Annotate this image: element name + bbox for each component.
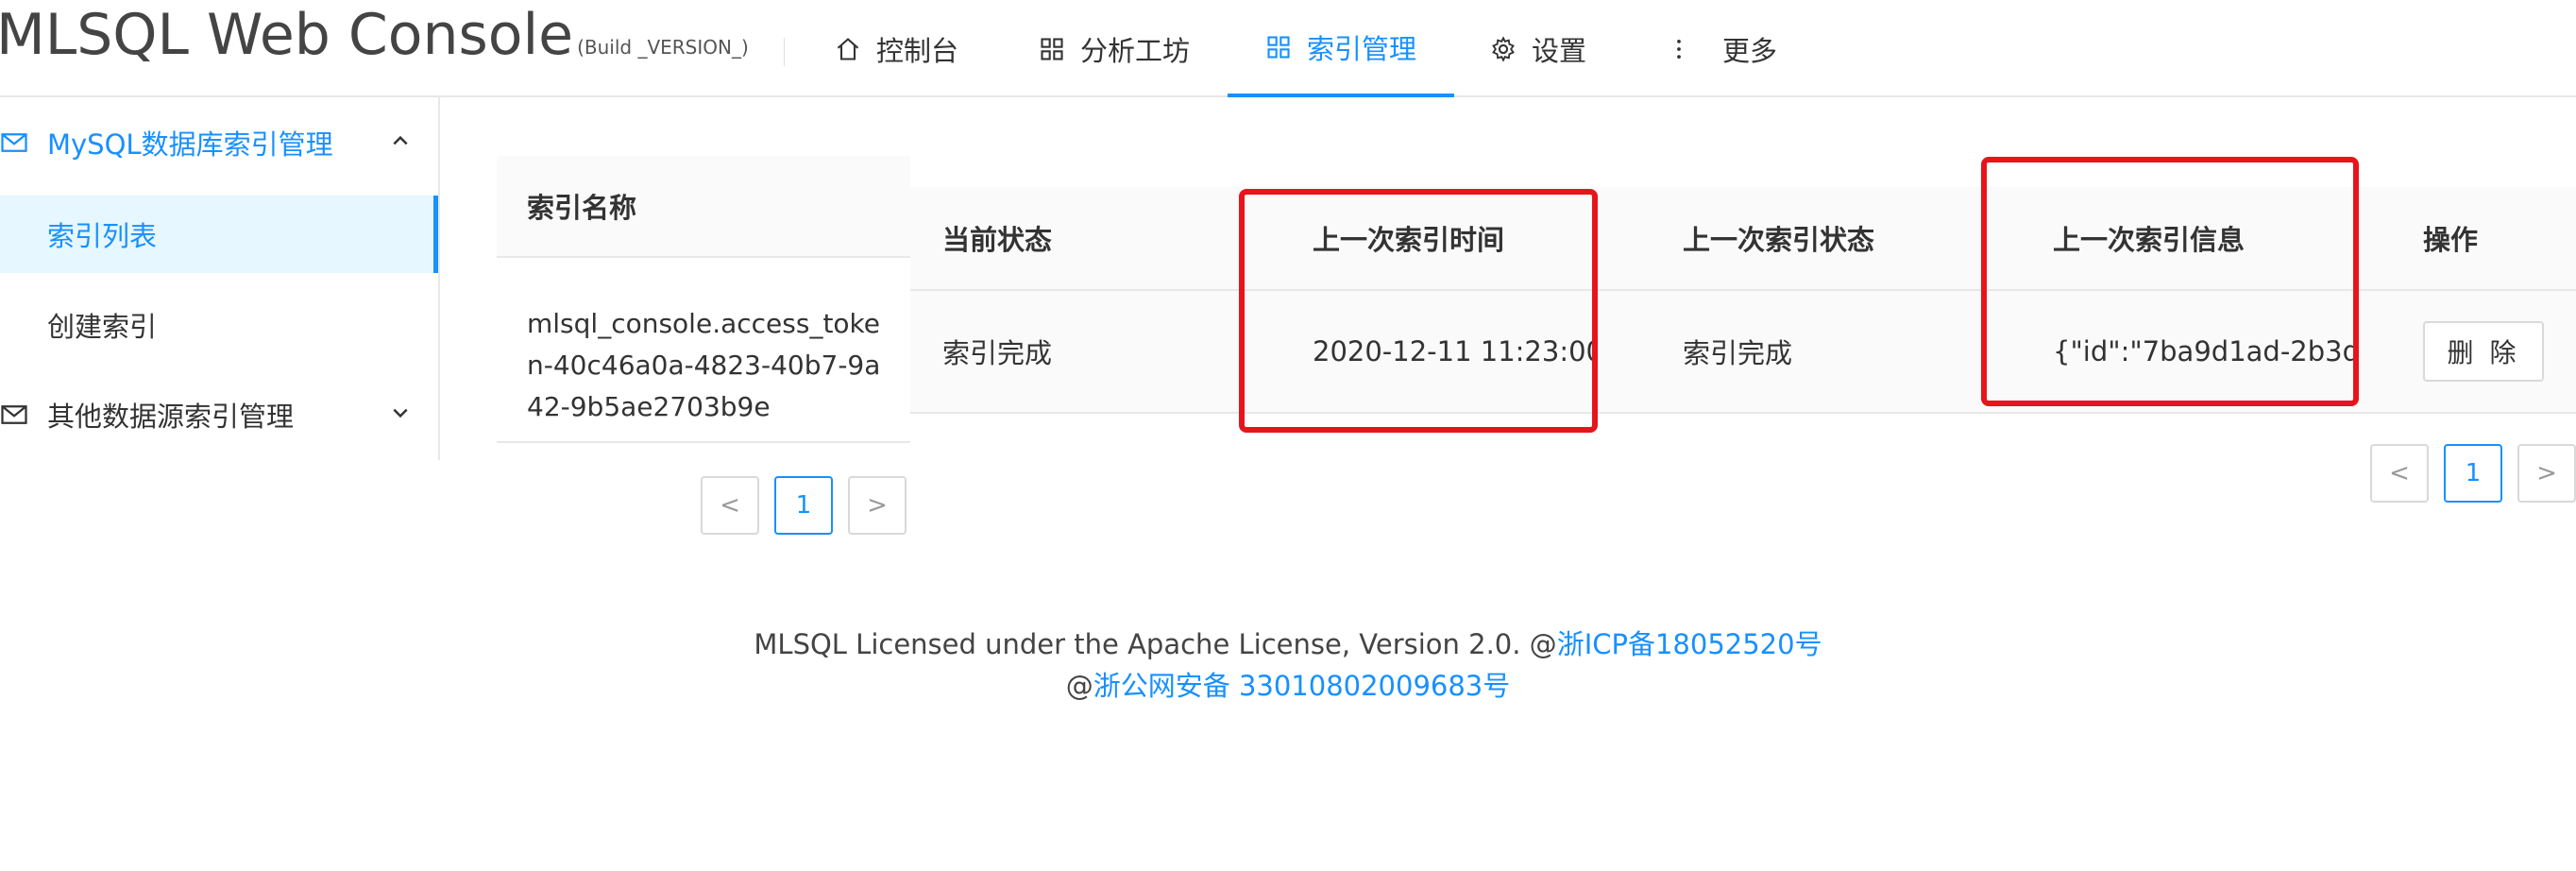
nav-console-label: 控制台	[876, 34, 959, 67]
sidebar-item-create-index-label: 创建索引	[47, 311, 158, 343]
sidebar-group-other-sources[interactable]: 其他数据源索引管理	[0, 369, 438, 460]
nav-more[interactable]: 更多	[1666, 0, 1779, 97]
footer-at-text: @	[1065, 670, 1093, 702]
footer-license-line: MLSQL Licensed under the Apache License,…	[0, 623, 2576, 665]
nav-console[interactable]: 控制台	[835, 0, 976, 97]
footer-license-text: MLSQL Licensed under the Apache License,…	[754, 628, 1557, 660]
icp-link[interactable]: 浙ICP备18052520号	[1557, 628, 1822, 660]
app-title: MLSQL Web Console	[0, 2, 574, 68]
actions-cell: 删 除	[2423, 291, 2544, 412]
column-header-last-index-status: 上一次索引状态	[1683, 224, 1875, 256]
prev-page-button[interactable]: <	[2370, 444, 2429, 503]
top-header: MLSQL Web Console (Build _VERSION_) 控制台 分…	[0, 0, 2576, 97]
sidebar-item-index-list-label: 索引列表	[47, 220, 158, 252]
police-record-link[interactable]: 浙公网安备 33010802009683号	[1093, 670, 1511, 702]
footer-record-line: @浙公网安备 33010802009683号	[0, 665, 2576, 707]
nav-index-management-label: 索引管理	[1307, 32, 1417, 65]
mail-icon	[1, 133, 27, 152]
index-name-table: 索引名称 mlsql_console.access_token-40c46a0a…	[497, 156, 910, 443]
gear-icon	[1492, 35, 1515, 62]
more-icon	[1677, 39, 1681, 59]
sidebar-group-other-sources-label: 其他数据源索引管理	[47, 401, 295, 433]
highlight-box-info-column	[1981, 157, 2359, 406]
nav-more-label: 更多	[1722, 34, 1778, 67]
column-header-actions: 操作	[2423, 224, 2479, 256]
next-page-button[interactable]: >	[2517, 444, 2576, 503]
nav-index-management[interactable]: 索引管理	[1228, 0, 1454, 97]
current-status-cell: 索引完成	[942, 337, 1053, 369]
brand: MLSQL Web Console (Build _VERSION_)	[0, 2, 749, 68]
highlight-box-time-column	[1239, 189, 1598, 433]
page-1-button[interactable]: 1	[2444, 444, 2502, 503]
index-name-cell: mlsql_console.access_token-40c46a0a-4823…	[527, 308, 881, 422]
right-pagination: < 1 >	[2370, 444, 2576, 503]
nav-settings[interactable]: 设置	[1490, 0, 1603, 97]
delete-button[interactable]: 删 除	[2423, 321, 2544, 382]
next-page-button[interactable]: >	[848, 476, 907, 535]
left-pagination: < 1 >	[701, 476, 922, 535]
grid-icon	[1267, 35, 1290, 59]
footer: MLSQL Licensed under the Apache License,…	[0, 623, 2576, 707]
nav-settings-label: 设置	[1532, 34, 1587, 67]
table-row: mlsql_console.access_token-40c46a0a-4823…	[497, 258, 910, 443]
home-icon	[837, 37, 859, 60]
column-header-current-status: 当前状态	[942, 224, 1053, 256]
sidebar-item-index-list[interactable]: 索引列表	[0, 196, 438, 273]
chevron-up-icon	[393, 135, 408, 145]
sidebar-group-mysql-label: MySQL数据库索引管理	[47, 128, 333, 161]
column-header-index-name: 索引名称	[497, 156, 910, 258]
sidebar-group-mysql[interactable]: MySQL数据库索引管理	[0, 97, 438, 188]
last-index-status-cell: 索引完成	[1683, 337, 1793, 369]
prev-page-button[interactable]: <	[701, 476, 759, 535]
header-divider	[784, 38, 785, 66]
build-version: (Build _VERSION_)	[577, 36, 749, 59]
sidebar-item-create-index[interactable]: 创建索引	[0, 286, 438, 364]
nav-workshop-label: 分析工坊	[1080, 34, 1191, 67]
chevron-down-icon	[393, 408, 408, 418]
grid-icon	[1041, 37, 1063, 60]
mail-icon	[1, 405, 27, 424]
page-1-button[interactable]: 1	[774, 476, 833, 535]
sidebar: MySQL数据库索引管理 索引列表 创建索引 其他数据源索引管理	[0, 97, 440, 460]
nav-workshop[interactable]: 分析工坊	[1039, 0, 1209, 97]
